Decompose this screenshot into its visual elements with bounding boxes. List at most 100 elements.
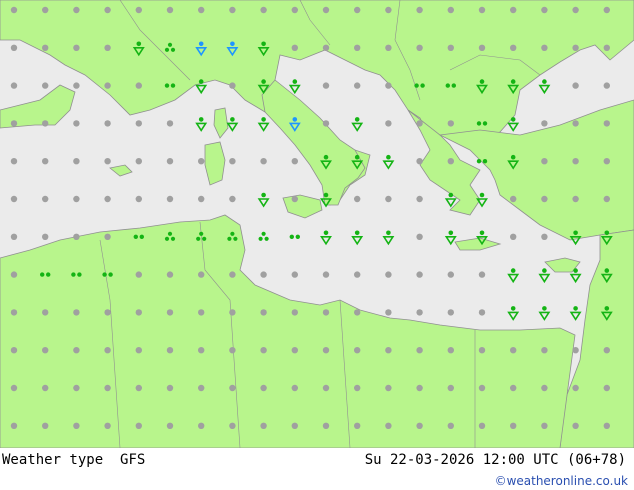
- dry-dot-icon: [478, 422, 486, 429]
- dry-dot-icon: [510, 384, 517, 392]
- dry-dot-icon: [510, 347, 517, 354]
- dry-dot-icon: [104, 158, 111, 165]
- valid-time: Su 22-03-2026 12:00 UTC (06+78): [364, 452, 626, 468]
- dry-dot-icon: [42, 82, 49, 89]
- dry-dot-icon: [416, 195, 423, 203]
- dry-dot-icon: [541, 6, 548, 14]
- dry-dot-icon: [447, 158, 454, 165]
- dry-dot-icon: [166, 158, 174, 165]
- dry-dot-icon: [291, 195, 298, 203]
- dry-dot-icon: [447, 347, 454, 354]
- dry-dot-icon: [10, 347, 18, 354]
- dry-dot-icon: [229, 6, 236, 14]
- dry-dot-icon: [291, 384, 298, 392]
- dry-dot-icon: [416, 233, 423, 240]
- dry-dot-icon: [291, 271, 298, 278]
- dry-dot-icon: [166, 6, 174, 14]
- dry-dot-icon: [166, 347, 174, 354]
- dry-dot-icon: [42, 44, 49, 51]
- dry-dot-icon: [572, 120, 579, 127]
- dry-dot-icon: [73, 120, 80, 127]
- dry-dot-icon: [541, 233, 548, 240]
- dry-dot-icon: [73, 347, 80, 354]
- dry-dot-icon: [135, 195, 142, 203]
- dry-dot-icon: [229, 384, 236, 392]
- dry-dot-icon: [135, 271, 142, 278]
- dry-dot-icon: [541, 158, 548, 165]
- dry-dot-icon: [603, 120, 610, 127]
- dry-dot-icon: [385, 347, 392, 354]
- dry-dot-icon: [416, 6, 423, 14]
- dry-dot-icon: [166, 384, 174, 392]
- dry-dot-icon: [322, 347, 330, 354]
- dry-dot-icon: [354, 6, 361, 14]
- dry-dot-icon: [73, 44, 80, 51]
- dry-dot-icon: [135, 422, 142, 429]
- dry-dot-icon: [10, 6, 18, 14]
- dry-dot-icon: [603, 422, 610, 429]
- dry-dot-icon: [42, 309, 49, 316]
- dry-dot-icon: [291, 422, 298, 429]
- dry-dot-icon: [291, 309, 298, 316]
- dry-dot-icon: [10, 422, 18, 429]
- dry-dot-icon: [166, 120, 174, 127]
- dry-dot-icon: [354, 82, 361, 89]
- dry-dot-icon: [572, 347, 579, 354]
- dry-dot-icon: [541, 384, 548, 392]
- dry-dot-icon: [42, 195, 49, 203]
- dry-dot-icon: [198, 347, 205, 354]
- dry-dot-icon: [229, 158, 236, 165]
- dry-dot-icon: [104, 309, 111, 316]
- dry-dot-icon: [229, 195, 236, 203]
- dry-dot-icon: [541, 195, 548, 203]
- dry-dot-icon: [478, 384, 486, 392]
- dry-dot-icon: [229, 422, 236, 429]
- dry-dot-icon: [291, 158, 298, 165]
- credit-link[interactable]: ©weatheronline.co.uk: [495, 474, 628, 488]
- dry-dot-icon: [166, 422, 174, 429]
- dry-dot-icon: [104, 6, 111, 14]
- dry-dot-icon: [510, 195, 517, 203]
- dry-dot-icon: [510, 233, 517, 240]
- dry-dot-icon: [10, 233, 18, 240]
- dry-dot-icon: [42, 422, 49, 429]
- dry-dot-icon: [447, 6, 454, 14]
- dry-dot-icon: [603, 158, 610, 165]
- dry-dot-icon: [73, 195, 80, 203]
- dry-dot-icon: [198, 158, 205, 165]
- dry-dot-icon: [510, 6, 517, 14]
- dry-dot-icon: [10, 309, 18, 316]
- dry-dot-icon: [42, 6, 49, 14]
- dry-dot-icon: [385, 44, 392, 51]
- dry-dot-icon: [104, 347, 111, 354]
- dry-dot-icon: [322, 309, 330, 316]
- dry-dot-icon: [322, 384, 330, 392]
- dry-dot-icon: [385, 384, 392, 392]
- dry-dot-icon: [478, 309, 486, 316]
- dry-dot-icon: [385, 6, 392, 14]
- dry-dot-icon: [73, 422, 80, 429]
- dry-dot-icon: [291, 6, 298, 14]
- dry-dot-icon: [42, 233, 49, 240]
- dry-dot-icon: [322, 44, 330, 51]
- dry-dot-icon: [416, 384, 423, 392]
- dry-dot-icon: [10, 271, 18, 278]
- dry-dot-icon: [385, 422, 392, 429]
- dry-dot-icon: [416, 44, 423, 51]
- dry-dot-icon: [73, 158, 80, 165]
- dry-dot-icon: [447, 309, 454, 316]
- dry-dot-icon: [104, 195, 111, 203]
- dry-dot-icon: [10, 82, 18, 89]
- dry-dot-icon: [42, 347, 49, 354]
- model-label: GFS: [120, 452, 146, 468]
- dry-dot-icon: [260, 347, 267, 354]
- dry-dot-icon: [73, 233, 80, 240]
- dry-dot-icon: [416, 158, 423, 165]
- dry-dot-icon: [572, 422, 579, 429]
- dry-dot-icon: [572, 6, 579, 14]
- dry-dot-icon: [603, 347, 610, 354]
- dry-dot-icon: [572, 158, 579, 165]
- dry-dot-icon: [42, 384, 49, 392]
- dry-dot-icon: [385, 120, 392, 127]
- dry-dot-icon: [322, 6, 330, 14]
